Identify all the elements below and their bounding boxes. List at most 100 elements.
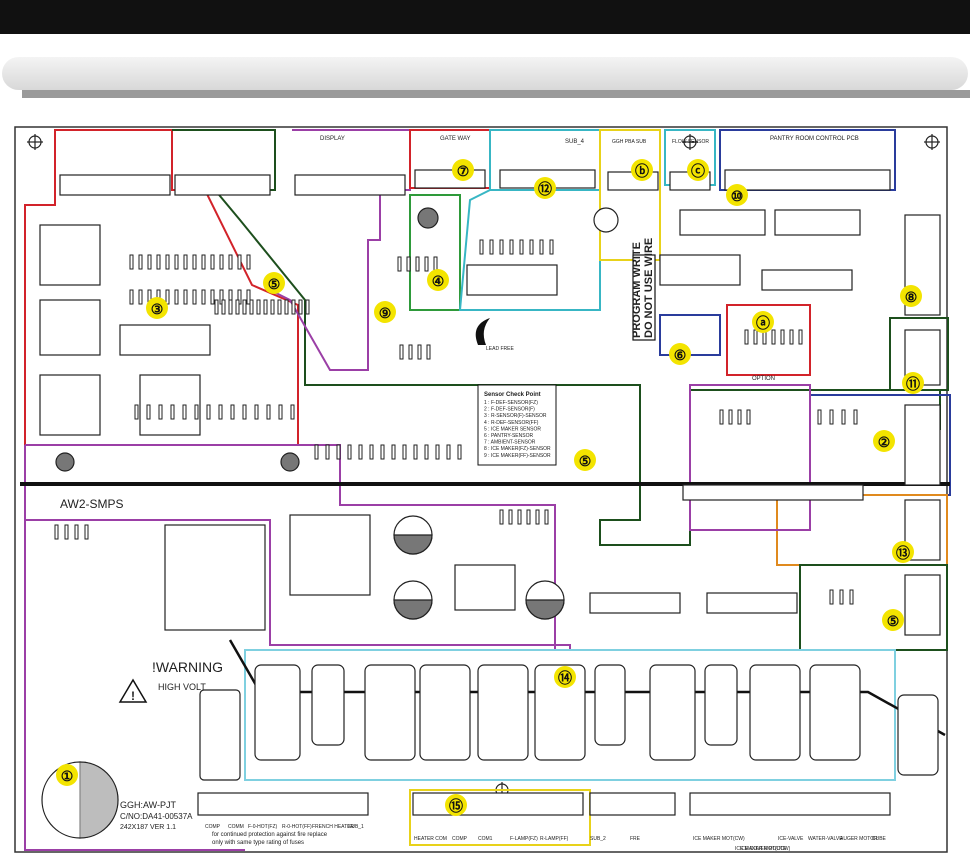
callout-label: ⑬ (896, 545, 910, 561)
sensor-check-line: 3 : R-SENSOR(F)-SENSOR (484, 413, 547, 419)
resistor (499, 509, 504, 525)
bottom-connector-label: COM1 (478, 836, 493, 842)
resistor (219, 254, 224, 270)
resistor (214, 299, 219, 315)
resistor (277, 299, 282, 315)
resistor (780, 329, 785, 345)
resistor (479, 239, 484, 255)
callout-label: ⑭ (558, 670, 572, 686)
resistor (129, 289, 134, 305)
callout-c5b: ⑤ (574, 449, 596, 471)
callout-label: ⑮ (449, 798, 463, 814)
resistor (305, 299, 310, 315)
callout-c14: ⑭ (554, 666, 576, 688)
resistor (841, 409, 846, 425)
sensor-check-line: 5 : ICE MAKER SENSOR (484, 426, 541, 432)
resistor (206, 404, 211, 420)
warning-subtitle: HIGH VOLT (158, 682, 206, 692)
resistor (539, 239, 544, 255)
resistor (829, 589, 834, 605)
resistor (413, 444, 418, 460)
resistor (278, 404, 283, 420)
resistor (499, 239, 504, 255)
resistor (237, 254, 242, 270)
bottom-connector-label: R-LAMP(FF) (540, 836, 569, 842)
pcb-diagram: ! AW2-SMPS !WARNING HIGH VOLT GGH:AW-PJT… (14, 126, 951, 853)
resistor (256, 299, 261, 315)
resistor (228, 254, 233, 270)
resistor (535, 509, 540, 525)
callout-label: ⑫ (538, 181, 552, 197)
callout-c13: ⑬ (892, 541, 914, 563)
resistor (415, 256, 420, 272)
callout-c9: ⑨ (374, 301, 396, 323)
resistor (549, 239, 554, 255)
bottom-connector-label: HEATER COM (414, 836, 447, 842)
callout-cc: ⓒ (687, 159, 709, 181)
resistor (138, 254, 143, 270)
resistor (426, 344, 431, 360)
resistor (242, 299, 247, 315)
resistor (829, 409, 834, 425)
display-connector-label: DISPLAY (320, 136, 345, 142)
resistor (158, 404, 163, 420)
resistor (64, 524, 69, 540)
resistor (183, 254, 188, 270)
resistor (270, 299, 275, 315)
callout-label: ② (878, 434, 891, 450)
fuse-note-2: only with same type rating of fuses (212, 840, 304, 846)
warning-title: !WARNING (152, 659, 223, 675)
callout-c5a: ⑤ (263, 272, 285, 294)
resistor (397, 256, 402, 272)
resistor (849, 589, 854, 605)
resistor (347, 444, 352, 460)
resistor (230, 404, 235, 420)
callout-c8: ⑧ (900, 285, 922, 307)
resistor (165, 254, 170, 270)
resistor (839, 589, 844, 605)
resistor (170, 404, 175, 420)
resistor (424, 444, 429, 460)
callout-label: ⑪ (906, 376, 920, 392)
callout-label: ④ (432, 273, 445, 289)
resistor (435, 444, 440, 460)
bottom-connector-label: SUB_1 (348, 824, 364, 830)
resistor (74, 524, 79, 540)
resistor (408, 344, 413, 360)
resistor (146, 404, 151, 420)
resistor (406, 256, 411, 272)
sensor-check-line: 8 : ICE MAKER(FZ)-SENSOR (484, 446, 551, 452)
callout-label: ⑤ (887, 613, 900, 629)
bottom-connector-label: COMM (228, 824, 244, 830)
bottom-connector-label: R-0-HOT(FF) (282, 824, 312, 830)
code-number: C/NO:DA41-00537A (120, 812, 193, 821)
resistor (192, 254, 197, 270)
bottom-connector-label: ICE COVER ROUTE (740, 846, 787, 852)
sensor-check-line: 4 : R-DEF-SENSOR(FF) (484, 420, 539, 426)
callout-c6: ⑥ (669, 343, 691, 365)
resistor (728, 409, 733, 425)
callout-label: ⓑ (635, 163, 649, 179)
resistor (314, 444, 319, 460)
bottom-connector-label: ICE MAKER MOT(CW) (693, 836, 745, 842)
callout-label: ① (61, 768, 74, 784)
resistor (174, 254, 179, 270)
callout-label: ⑤ (268, 276, 281, 292)
sensor-check-line: 9 : ICE MAKER(FF)-SENSOR (484, 453, 551, 459)
callout-label: ⑨ (379, 305, 392, 321)
resistor (156, 254, 161, 270)
resistor (519, 239, 524, 255)
resistor (753, 329, 758, 345)
resistor (254, 404, 259, 420)
smps-label: AW2-SMPS (60, 497, 124, 511)
callout-c11: ⑪ (902, 372, 924, 394)
bottom-connector-label: COMP (205, 824, 221, 830)
sub4-label: SUB_4 (565, 139, 585, 145)
callout-label: ⓒ (691, 163, 705, 179)
callout-label: ③ (151, 301, 164, 317)
resistor (402, 444, 407, 460)
callout-label: ⓐ (756, 315, 770, 331)
sensor-check-line: 2 : F-DEF-SENSOR(F) (484, 407, 535, 413)
svg-text:!: ! (131, 689, 135, 703)
resistor (182, 404, 187, 420)
